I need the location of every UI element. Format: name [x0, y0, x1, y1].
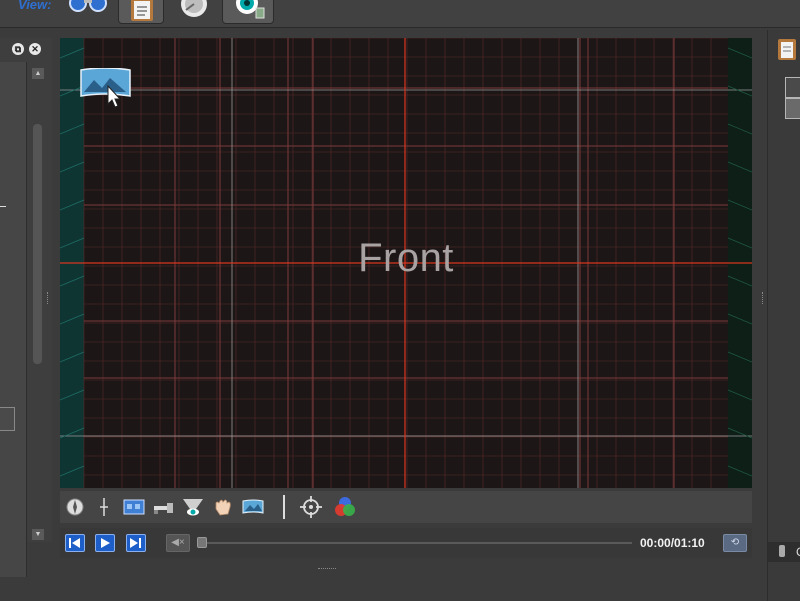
timeline-options-button[interactable]: ⟲ [723, 534, 747, 552]
top-toolbar: View: [0, 0, 800, 28]
close-icon[interactable]: ✕ [29, 43, 41, 55]
clipboard-button[interactable] [118, 0, 164, 24]
eye-settings-icon [236, 0, 265, 19]
panorama-tool[interactable] [242, 496, 264, 518]
skip-back-icon [69, 538, 80, 548]
view-label: View: [18, 0, 52, 12]
dolly-tool[interactable] [153, 496, 175, 518]
bottom-splitter-handle[interactable] [318, 568, 336, 570]
right-splitter-handle[interactable] [762, 292, 765, 304]
go-to-end-button[interactable] [126, 534, 146, 552]
left-panel-scrollbar[interactable]: ▲ ▼ [32, 68, 44, 541]
dial-icon [181, 0, 207, 17]
play-icon [101, 538, 110, 548]
left-panel-header: ⧉ ✕ [0, 38, 52, 60]
eye-cone-icon [183, 499, 203, 516]
mute-button[interactable]: ◀× [166, 534, 190, 552]
brush-icon [779, 545, 785, 557]
scroll-thumb[interactable] [33, 124, 42, 364]
binoculars-icon [69, 0, 107, 12]
clipboard-icon [131, 0, 153, 21]
viewport-name: Front [358, 236, 454, 280]
panorama-icon [242, 499, 264, 514]
left-panel-field[interactable] [0, 407, 15, 431]
film-strip-icon [123, 499, 145, 515]
right-clipboard-button[interactable] [776, 36, 798, 62]
dial-button[interactable] [172, 0, 218, 24]
dolly-icon [154, 503, 173, 514]
compass-tool[interactable] [64, 496, 86, 518]
clipboard-icon [778, 39, 796, 60]
app-window: View: ⧉ ✕ ▲ ▼ Front ◀× 00:00/01:10 ⟲ [0, 0, 800, 601]
timeline-scrubber-knob[interactable] [197, 537, 207, 548]
play-button[interactable] [95, 534, 115, 552]
film-strip-tool[interactable] [123, 496, 145, 518]
right-panel-footer-label: C [796, 545, 800, 559]
skip-forward-icon [130, 538, 141, 548]
front-viewport[interactable]: Front [60, 38, 752, 488]
right-panel-row[interactable] [785, 77, 800, 98]
left-splitter-handle[interactable] [47, 292, 50, 304]
scroll-down-arrow[interactable]: ▼ [32, 529, 44, 540]
eye-settings-button[interactable] [222, 0, 274, 24]
viewport-toolstrip [60, 491, 752, 523]
scroll-up-arrow[interactable]: ▲ [32, 68, 44, 79]
color-wheel-icon [335, 497, 355, 516]
left-panel: ⧉ ✕ ▲ ▼ [0, 38, 52, 577]
timeline-time: 00:00/01:10 [640, 536, 705, 550]
right-panel-row-selected[interactable] [785, 98, 800, 119]
right-panel-footer[interactable]: C [768, 542, 800, 562]
left-panel-marker [0, 206, 6, 207]
toolstrip-separator [283, 495, 285, 519]
target-tool[interactable] [300, 496, 322, 518]
right-panel: C [767, 30, 800, 601]
compass-icon [66, 498, 84, 516]
panorama-cursor-icon [80, 68, 132, 108]
left-panel-list[interactable] [0, 62, 27, 577]
binoculars-button[interactable] [64, 0, 112, 24]
target-icon [300, 496, 322, 518]
timeline-bar: ◀× 00:00/01:10 ⟲ [60, 528, 752, 558]
hand-tool[interactable] [212, 496, 234, 518]
hand-icon [215, 499, 231, 516]
detach-icon[interactable]: ⧉ [12, 43, 24, 55]
color-wheel-tool[interactable] [334, 496, 356, 518]
crosshair-line-icon [100, 498, 108, 516]
go-to-start-button[interactable] [65, 534, 85, 552]
eye-cone-tool[interactable] [182, 496, 204, 518]
timeline-scrubber-track[interactable] [202, 542, 632, 544]
crosshair-line-tool[interactable] [93, 496, 115, 518]
